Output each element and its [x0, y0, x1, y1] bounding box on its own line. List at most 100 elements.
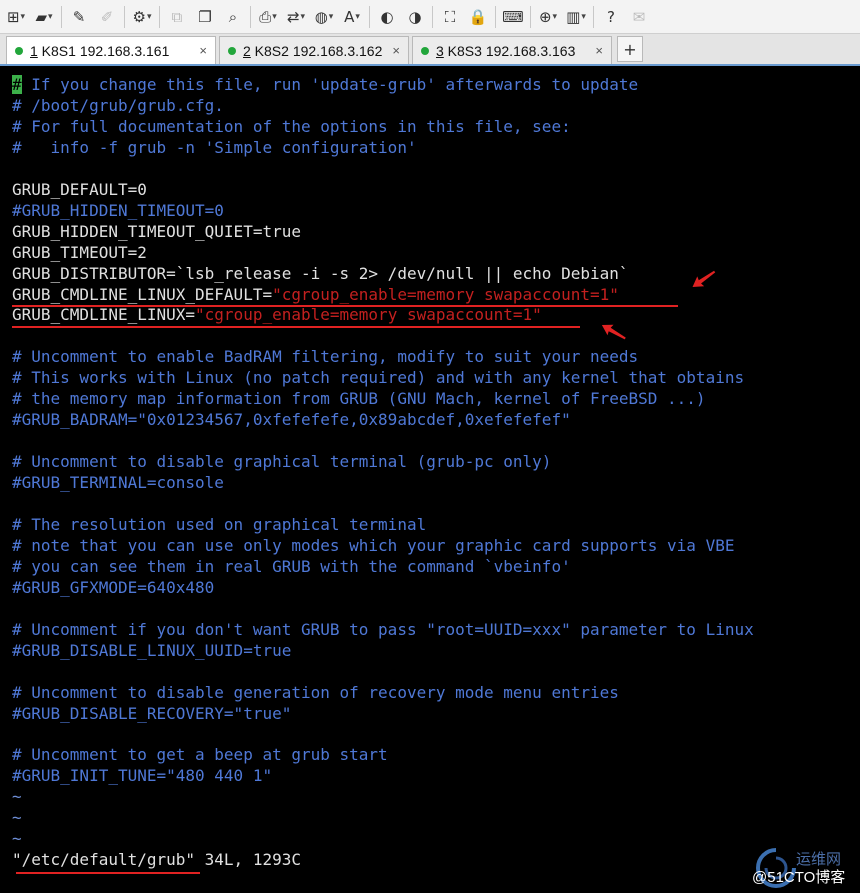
annotation-underline: [12, 326, 580, 328]
copy-icon: ⧉: [171, 7, 183, 26]
terminal-line: GRUB_CMDLINE_LINUX="cgroup_enable=memory…: [12, 304, 542, 325]
terminal-line: #GRUB_BADRAM="0x01234567,0xfefefefe,0x89…: [12, 409, 571, 430]
terminal-text: "cgroup_enable=memory swapaccount=1": [272, 284, 619, 304]
keyboard-icon[interactable]: ⌨: [501, 5, 525, 29]
terminal-text: # This works with Linux (no patch requir…: [12, 368, 745, 388]
connected-status-icon: [421, 46, 429, 55]
terminal-text: ~: [12, 808, 22, 828]
annotation-underline: [12, 305, 678, 307]
paste-icon[interactable]: ❐: [193, 5, 217, 29]
terminal-line: # Uncomment to get a beep at grub start: [12, 744, 388, 765]
terminal-text: # note that you can use only modes which…: [12, 535, 735, 555]
layout-icon[interactable]: ▥: [564, 5, 588, 29]
terminal-text: # the memory map information from GRUB (…: [12, 389, 706, 409]
terminal-text: # Uncomment to disable generation of rec…: [12, 682, 619, 702]
toolbar-separator: [61, 5, 62, 28]
connect-icon[interactable]: ✎: [67, 5, 91, 29]
terminal-line: # you can see them in real GRUB with the…: [12, 556, 571, 577]
terminal-line: #GRUB_INIT_TUNE="480 440 1": [12, 765, 272, 786]
tab-number: 1: [30, 42, 38, 59]
tab-label: K8S1 192.168.3.161: [37, 42, 170, 59]
tab-close-icon[interactable]: ×: [392, 43, 400, 58]
connected-status-icon: [15, 46, 23, 55]
terminal-line: # note that you can use only modes which…: [12, 535, 734, 556]
toolbar-separator: [530, 5, 531, 28]
terminal-text: #GRUB_HIDDEN_TIMEOUT=0: [12, 200, 224, 220]
terminal-line: # Uncomment to disable generation of rec…: [12, 682, 619, 703]
terminal-line: # Uncomment to enable BadRAM filtering, …: [12, 346, 638, 367]
terminal-line: # Uncomment to disable graphical termina…: [12, 451, 551, 472]
terminal-line: # the memory map information from GRUB (…: [12, 388, 706, 409]
terminal-text: "/etc/default/grub" 34L, 1293C: [12, 850, 301, 870]
terminal-line: GRUB_TIMEOUT=2: [12, 242, 147, 263]
terminal-cursor: #: [12, 75, 22, 94]
terminal-text: ~: [12, 787, 22, 807]
tab-label: K8S3 192.168.3.163: [443, 42, 576, 59]
print-icon[interactable]: ⎙: [256, 5, 280, 29]
terminal-text: # The resolution used on graphical termi…: [12, 514, 427, 534]
open-folder-icon[interactable]: ▰: [32, 5, 56, 29]
tab-close-icon[interactable]: ×: [595, 43, 603, 58]
toolbar-separator: [495, 5, 496, 28]
terminal-line: #GRUB_TERMINAL=console: [12, 472, 224, 493]
terminal-line: #GRUB_DISABLE_LINUX_UUID=true: [12, 640, 291, 661]
terminal-line: # For full documentation of the options …: [12, 116, 571, 137]
tab-session-2[interactable]: 2 K8S2 192.168.3.162 ×: [219, 36, 409, 64]
disconnect-icon: ✐: [100, 7, 114, 26]
terminal-text: #GRUB_GFXMODE=640x480: [12, 577, 215, 597]
annotation-underline: [16, 872, 200, 874]
terminal-line: GRUB_CMDLINE_LINUX_DEFAULT="cgroup_enabl…: [12, 284, 619, 305]
terminal-text: ~: [12, 829, 22, 849]
terminal-line: # Uncomment if you don't want GRUB to pa…: [12, 619, 754, 640]
xftp-icon[interactable]: ◐: [375, 5, 399, 29]
new-session-icon[interactable]: ⊞: [4, 5, 28, 29]
watermark-logo: 运维网 @51CTO博客: [752, 844, 860, 893]
terminal-text: #GRUB_BADRAM="0x01234567,0xfefefefe,0x89…: [12, 410, 571, 430]
add-icon[interactable]: ⊕: [536, 5, 560, 29]
terminal-view[interactable]: # If you change this file, run 'update-g…: [0, 66, 860, 893]
terminal-text: GRUB_DISTRIBUTOR=`lsb_release -i -s 2> /…: [12, 263, 629, 283]
globe-icon[interactable]: ◍: [312, 5, 336, 29]
main-toolbar: ⊞▰ ✎ ✐ ⚙ ⧉ ❐⌕ ⎙⇄◍A ◐◑ ⛶🔒 ⌨ ⊕▥? ✉: [0, 0, 860, 34]
terminal-text: # For full documentation of the options …: [12, 116, 571, 136]
script-icon[interactable]: ◑: [403, 5, 427, 29]
tab-close-icon[interactable]: ×: [199, 43, 207, 58]
terminal-text: # Uncomment if you don't want GRUB to pa…: [12, 619, 754, 639]
toolbar-separator: [124, 5, 125, 28]
font-icon[interactable]: A: [340, 5, 364, 29]
lock-icon[interactable]: 🔒: [466, 5, 490, 29]
properties-icon[interactable]: ⚙: [130, 5, 154, 29]
session-tab-bar: 1 K8S1 192.168.3.161 × 2 K8S2 192.168.3.16…: [0, 34, 860, 66]
terminal-text: #GRUB_TERMINAL=console: [12, 473, 224, 493]
find-icon[interactable]: ⌕: [221, 5, 245, 29]
toolbar-separator: [593, 5, 594, 28]
tab-session-1[interactable]: 1 K8S1 192.168.3.161 ×: [6, 36, 216, 64]
terminal-text: GRUB_HIDDEN_TIMEOUT_QUIET=true: [12, 221, 301, 241]
terminal-line: ~: [12, 828, 22, 849]
terminal-text: GRUB_TIMEOUT=2: [12, 242, 147, 262]
terminal-text: GRUB_CMDLINE_LINUX_DEFAULT=: [12, 284, 273, 304]
terminal-text: # Uncomment to disable graphical termina…: [12, 452, 552, 472]
terminal-text: "cgroup_enable=memory swapaccount=1": [195, 305, 542, 325]
terminal-line: "/etc/default/grub" 34L, 1293C: [12, 849, 301, 870]
terminal-line: # This works with Linux (no patch requir…: [12, 367, 744, 388]
watermark-text-blog: @51CTO博客: [752, 869, 846, 886]
terminal-line: # The resolution used on graphical termi…: [12, 514, 426, 535]
terminal-line: #GRUB_GFXMODE=640x480: [12, 577, 214, 598]
terminal-text: GRUB_DEFAULT=0: [12, 179, 147, 199]
terminal-line: GRUB_DEFAULT=0: [12, 179, 147, 200]
terminal-text: # you can see them in real GRUB with the…: [12, 556, 571, 576]
fullscreen-icon[interactable]: ⛶: [438, 5, 462, 29]
tab-session-3[interactable]: 3 K8S3 192.168.3.163 ×: [412, 36, 612, 64]
terminal-text: # /boot/grub/grub.cfg.: [12, 95, 224, 115]
terminal-line: ~: [12, 807, 22, 828]
tab-number: 3: [436, 42, 444, 59]
terminal-line: ~: [12, 786, 22, 807]
terminal-text: #GRUB_INIT_TUNE="480 440 1": [12, 766, 273, 786]
new-tab-button[interactable]: +: [617, 36, 643, 62]
terminal-text: GRUB_CMDLINE_LINUX=: [12, 305, 196, 325]
help-icon[interactable]: ?: [599, 5, 623, 29]
transfer-icon[interactable]: ⇄: [284, 5, 308, 29]
terminal-line: # info -f grub -n 'Simple configuration': [12, 137, 417, 158]
terminal-text: #GRUB_DISABLE_LINUX_UUID=true: [12, 640, 292, 660]
